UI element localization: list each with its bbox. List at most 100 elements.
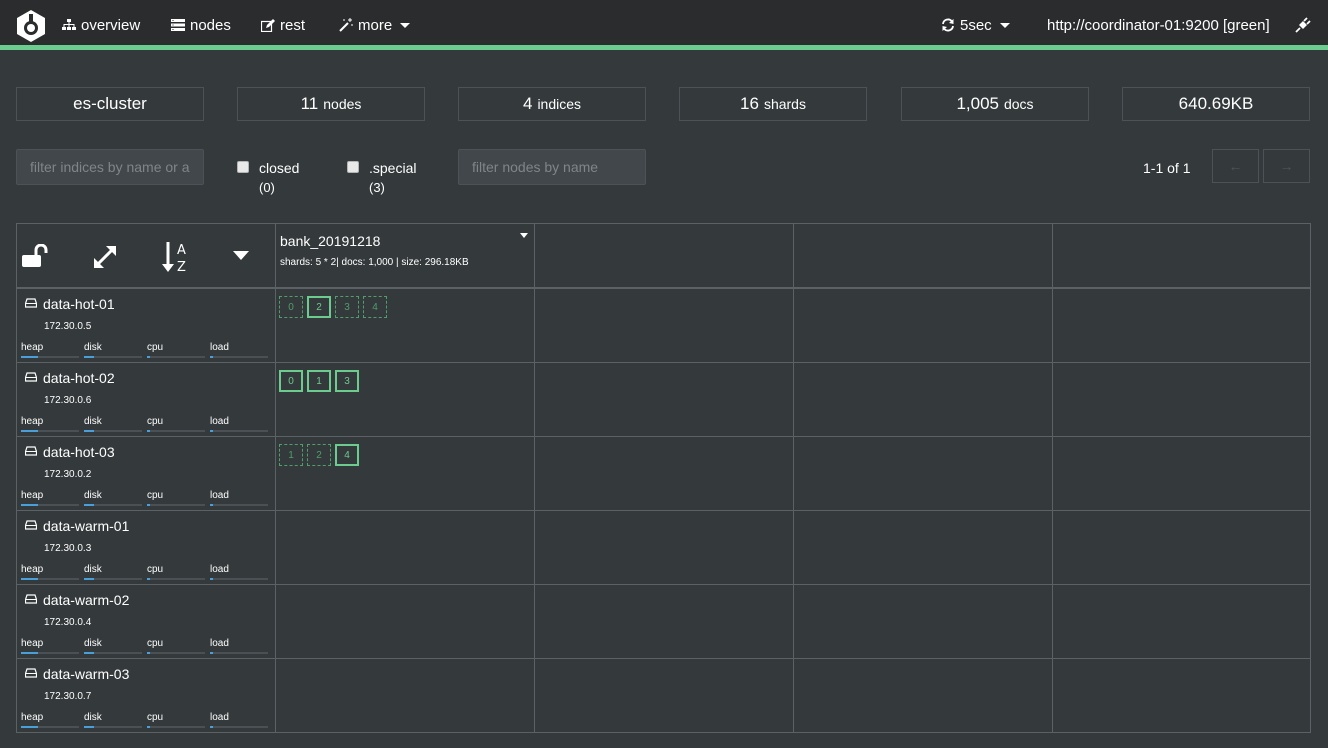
metric-label-disk: disk <box>84 638 102 649</box>
shard-primary[interactable]: 4 <box>335 444 359 466</box>
metric-bar-heap <box>21 356 79 358</box>
node-name[interactable]: data-warm-03 <box>43 666 129 682</box>
shard-replica[interactable]: 2 <box>307 444 331 466</box>
prev-page-button[interactable]: ← <box>1212 149 1259 183</box>
special-checkbox-group[interactable]: .special (3) <box>347 158 416 198</box>
metric-label-load: load <box>210 564 229 575</box>
shard-primary[interactable]: 2 <box>307 296 331 318</box>
metric-label-disk: disk <box>84 416 102 427</box>
metric-label-heap: heap <box>21 490 44 501</box>
navbar: overview nodes rest more 5sec http://coo… <box>0 0 1328 50</box>
metric-bar-load <box>210 652 268 654</box>
node-name[interactable]: data-hot-03 <box>43 444 115 460</box>
closed-count: (0) <box>259 180 275 195</box>
node-ip: 172.30.0.7 <box>44 691 92 702</box>
node-metric-disk: disk <box>84 490 142 506</box>
metric-label-load: load <box>210 342 229 353</box>
metric-fill-load <box>210 504 213 506</box>
node-metric-load: load <box>210 490 268 506</box>
index-name[interactable]: bank_20191218 <box>280 233 380 249</box>
grid-divider <box>1052 224 1053 732</box>
metric-bar-disk <box>84 726 142 728</box>
node-metric-heap: heap <box>21 490 79 506</box>
metric-bar-load <box>210 504 268 506</box>
refresh-interval-label: 5sec <box>960 16 992 34</box>
node-name[interactable]: data-warm-01 <box>43 518 129 534</box>
metric-bar-heap <box>21 726 79 728</box>
metric-fill-heap <box>21 504 38 506</box>
node-metric-cpu: cpu <box>147 416 205 432</box>
nav-rest-label: rest <box>280 16 306 34</box>
metric-bar-disk <box>84 578 142 580</box>
shards-count: 16 <box>740 94 759 113</box>
stat-cluster-name: es-cluster <box>16 87 204 121</box>
metric-bar-heap <box>21 504 79 506</box>
nav-overview[interactable]: overview <box>62 0 140 50</box>
shard-replica[interactable]: 4 <box>363 296 387 318</box>
shard-replica[interactable]: 3 <box>335 296 359 318</box>
node-metric-heap: heap <box>21 638 79 654</box>
metric-bar-cpu <box>147 652 205 654</box>
node-name[interactable]: data-hot-02 <box>43 370 115 386</box>
stat-indices: 4 indices <box>458 87 646 121</box>
grid-divider <box>534 224 535 732</box>
metric-fill-load <box>210 578 213 580</box>
nav-more[interactable]: more <box>339 0 411 50</box>
docs-count: 1,005 <box>956 94 999 113</box>
shard-primary[interactable]: 3 <box>335 370 359 392</box>
node-name[interactable]: data-hot-01 <box>43 296 115 312</box>
shard-primary[interactable]: 1 <box>307 370 331 392</box>
closed-checkbox[interactable] <box>237 161 249 173</box>
shard-replica[interactable]: 0 <box>279 296 303 318</box>
metric-label-load: load <box>210 712 229 723</box>
filter-nodes-input[interactable] <box>458 149 646 185</box>
caret-down-icon[interactable] <box>233 251 249 261</box>
disconnect-button[interactable] <box>1295 0 1316 50</box>
closed-checkbox-group[interactable]: closed (0) <box>237 158 299 198</box>
cerebro-logo-icon[interactable] <box>14 9 48 43</box>
node-name[interactable]: data-warm-02 <box>43 592 129 608</box>
metric-fill-cpu <box>147 504 150 506</box>
node-metric-disk: disk <box>84 342 142 358</box>
metric-fill-heap <box>21 578 38 580</box>
metric-fill-heap <box>21 652 38 654</box>
refresh-icon <box>942 18 954 32</box>
filter-indices-input[interactable] <box>16 149 204 185</box>
metric-fill-cpu <box>147 356 150 358</box>
metric-bar-cpu <box>147 726 205 728</box>
node-metric-load: load <box>210 638 268 654</box>
connection-url: http://coordinator-01:9200 [green] <box>1047 16 1270 34</box>
index-menu-caret-icon[interactable] <box>520 233 528 238</box>
pagination-text: 1-1 of 1 <box>1143 160 1191 176</box>
metric-fill-heap <box>21 726 38 728</box>
expand-icon[interactable] <box>92 244 118 270</box>
node-metric-load: load <box>210 564 268 580</box>
nav-overview-label: overview <box>81 16 141 34</box>
svg-text:Z: Z <box>177 260 186 274</box>
metric-fill-cpu <box>147 652 150 654</box>
shard-replica[interactable]: 1 <box>279 444 303 466</box>
next-page-button[interactable]: → <box>1263 149 1310 183</box>
node-row: data-warm-02 172.30.0.4 heap disk cpu load <box>17 585 275 659</box>
metric-label-load: load <box>210 416 229 427</box>
node-ip: 172.30.0.6 <box>44 395 92 406</box>
unlock-icon[interactable] <box>21 244 51 268</box>
metric-label-load: load <box>210 638 229 649</box>
node-ip: 172.30.0.5 <box>44 321 92 332</box>
node-metric-heap: heap <box>21 564 79 580</box>
refresh-interval-dropdown[interactable]: 5sec <box>941 0 1010 50</box>
metric-bar-heap <box>21 578 79 580</box>
hdd-icon <box>25 594 37 604</box>
sort-alpha-icon[interactable]: A Z <box>162 240 192 274</box>
metric-label-cpu: cpu <box>147 342 164 353</box>
nav-rest[interactable]: rest <box>261 0 305 50</box>
edit-icon <box>261 18 275 32</box>
metric-fill-load <box>210 356 213 358</box>
metric-bar-heap <box>21 430 79 432</box>
metric-fill-load <box>210 652 213 654</box>
node-metric-load: load <box>210 342 268 358</box>
shard-primary[interactable]: 0 <box>279 370 303 392</box>
special-checkbox[interactable] <box>347 161 359 173</box>
metric-label-cpu: cpu <box>147 638 164 649</box>
nav-nodes[interactable]: nodes <box>171 0 231 50</box>
